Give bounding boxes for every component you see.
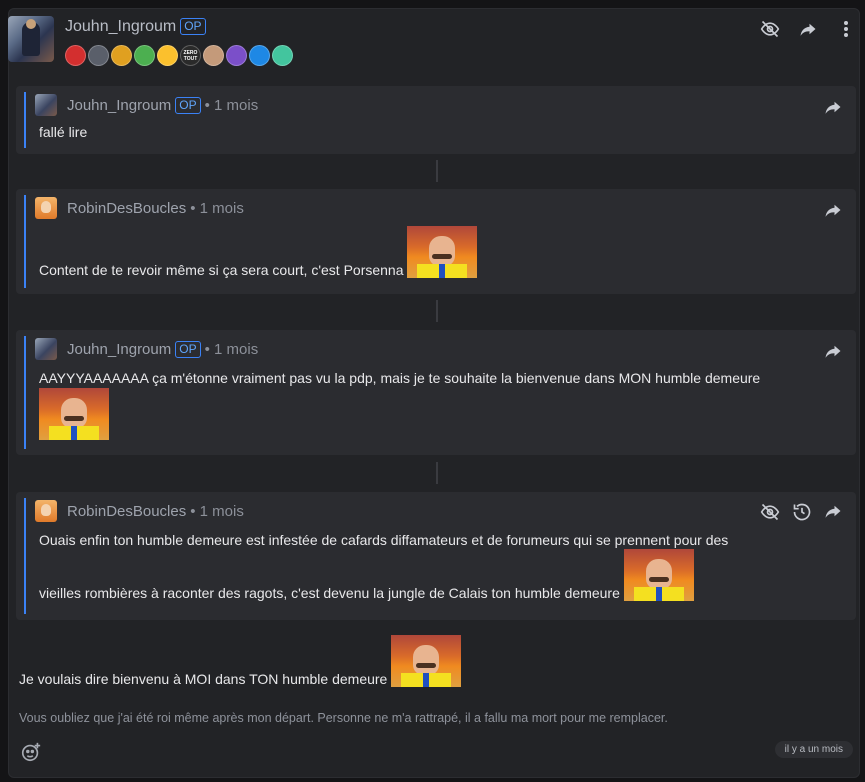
author-username[interactable]: Jouhn_Ingroum OP xyxy=(65,18,206,36)
post-author[interactable]: RobinDesBoucles xyxy=(67,503,186,520)
post-text-line: vieilles rombières à raconter des ragots… xyxy=(39,549,694,601)
eye-off-icon[interactable] xyxy=(760,502,780,527)
post-actions xyxy=(760,502,842,527)
post-header: RobinDesBoucles • 1 mois xyxy=(35,197,244,219)
signature: Vous oubliez que j'ai été roi même après… xyxy=(19,711,668,725)
post-text: Content de te revoir même si ça sera cou… xyxy=(39,262,404,278)
post-author[interactable]: Jouhn_Ingroum xyxy=(67,341,171,358)
post-author[interactable]: Jouhn_Ingroum xyxy=(67,97,171,114)
eye-off-icon[interactable] xyxy=(759,18,781,40)
share-icon[interactable] xyxy=(824,201,842,224)
quote-bar xyxy=(24,336,26,449)
avatar[interactable] xyxy=(8,16,54,62)
face-badge-icon[interactable] xyxy=(203,45,224,66)
share-icon[interactable] xyxy=(797,18,819,40)
badge-list: ZERO TOUT xyxy=(65,45,293,66)
crown-badge-icon[interactable] xyxy=(65,45,86,66)
header-actions xyxy=(759,18,857,40)
smiley-badge-icon[interactable] xyxy=(157,45,178,66)
share-icon[interactable] xyxy=(824,342,842,365)
post-time: • 1 mois xyxy=(204,340,259,358)
meme-sticker xyxy=(39,388,109,440)
moon-badge-icon[interactable] xyxy=(226,45,247,66)
share-icon[interactable] xyxy=(824,502,842,527)
timestamp-pill: il y a un mois xyxy=(774,741,853,758)
reply-text: Je voulais dire bienvenu à MOI dans TON … xyxy=(19,671,388,687)
post-text: vieilles rombières à raconter des ragots… xyxy=(39,585,620,601)
avatar[interactable] xyxy=(35,338,57,360)
quote-bar xyxy=(24,498,26,614)
post-header: Jouhn_Ingroum OP • 1 mois xyxy=(35,338,258,360)
more-vertical-icon[interactable] xyxy=(835,18,857,40)
author-name-label[interactable]: Jouhn_Ingroum xyxy=(65,18,176,35)
post-header: RobinDesBoucles • 1 mois xyxy=(35,500,244,522)
thread-connector xyxy=(436,462,438,484)
meme-sticker xyxy=(391,635,462,687)
zero-tout-badge-icon[interactable]: ZERO TOUT xyxy=(180,45,201,66)
post-time: • 1 mois xyxy=(190,502,244,520)
post-time: • 1 mois xyxy=(204,96,259,114)
op-badge: OP xyxy=(175,340,201,358)
gem-badge-icon[interactable] xyxy=(272,45,293,66)
post-time: • 1 mois xyxy=(190,199,244,217)
rainbow-badge-icon[interactable] xyxy=(111,45,132,66)
quoted-post: RobinDesBoucles • 1 mois Content de te r… xyxy=(16,189,856,294)
post-text: AAYYYAAAAAAA ça m'étonne vraiment pas vu… xyxy=(39,370,761,386)
thread-connector xyxy=(436,160,438,182)
history-icon[interactable] xyxy=(792,502,812,527)
post-text: fallé lire xyxy=(39,124,88,140)
op-badge: OP xyxy=(175,96,201,114)
post-header: Jouhn_Ingroum OP • 1 mois xyxy=(35,94,258,116)
meme-sticker xyxy=(407,226,478,278)
quote-bar xyxy=(24,195,26,288)
green-face-badge-icon[interactable] xyxy=(134,45,155,66)
thread-connector xyxy=(436,300,438,322)
avatar[interactable] xyxy=(35,197,57,219)
quoted-post: Jouhn_Ingroum OP • 1 mois AAYYYAAAAAAA ç… xyxy=(16,330,856,455)
reply-text-line: Je voulais dire bienvenu à MOI dans TON … xyxy=(19,635,462,687)
meme-sticker-wrap xyxy=(39,388,109,440)
post-text: Ouais enfin ton humble demeure est infes… xyxy=(39,532,729,548)
avatar[interactable] xyxy=(35,94,57,116)
quoted-post: Jouhn_Ingroum OP • 1 mois fallé lire xyxy=(16,86,856,154)
add-reaction-icon[interactable] xyxy=(20,741,42,768)
hexagon-badge-icon[interactable] xyxy=(88,45,109,66)
quoted-post: RobinDesBoucles • 1 mois Ouais enfin ton… xyxy=(16,492,856,620)
post-text-line: Content de te revoir même si ça sera cou… xyxy=(39,226,478,278)
quote-bar xyxy=(24,92,26,148)
op-badge: OP xyxy=(180,18,206,35)
meme-sticker xyxy=(623,549,694,601)
eye-badge-icon[interactable] xyxy=(249,45,270,66)
post-author[interactable]: RobinDesBoucles xyxy=(67,200,186,217)
avatar[interactable] xyxy=(35,500,57,522)
share-icon[interactable] xyxy=(824,98,842,121)
